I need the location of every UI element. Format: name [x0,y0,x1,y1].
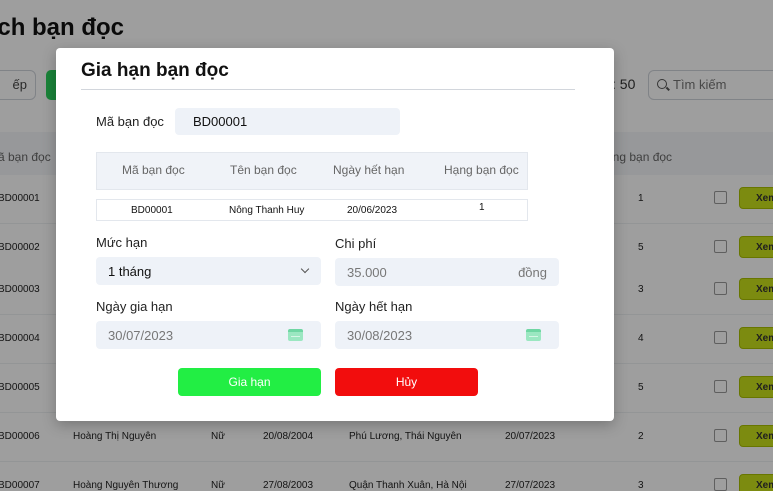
chevron-down-icon [300,264,310,274]
cost-field: 35.000 đồng [335,258,559,286]
reader-id-label: Mã bạn đọc [96,114,164,129]
reader-table-header-name: Tên bạn đọc [230,163,297,177]
reader-cell-id: BD00001 [131,205,173,216]
reader-table-header-expiry: Ngày hết hạn [333,163,405,177]
term-value: 1 tháng [108,264,152,279]
new-expiry-label: Ngày hết hạn [335,299,413,314]
extend-button[interactable]: Gia hạn [178,368,321,396]
cost-unit: đồng [518,265,547,280]
new-expiry-value: 30/08/2023 [347,328,413,343]
reader-table-header: Mã bạn đọc Tên bạn đọc Ngày hết hạn Hạng… [96,152,528,190]
reader-cell-name: Nông Thanh Huy [229,205,305,216]
reader-id-field[interactable]: BD00001 [175,108,400,135]
cost-value: 35.000 [347,265,387,280]
term-label: Mức hạn [96,235,148,250]
reader-cell-rank: 1 [479,202,485,213]
extend-reader-modal: Gia hạn bạn đọc Mã bạn đọc BD00001 Mã bạ… [56,48,614,421]
term-select[interactable]: 1 tháng [96,257,321,285]
cancel-button[interactable]: Hủy [335,368,478,396]
modal-title: Gia hạn bạn đọc [81,60,229,81]
reader-table-row[interactable]: BD00001 Nông Thanh Huy 20/06/2023 1 [96,199,528,221]
calendar-icon[interactable] [288,329,303,341]
calendar-icon[interactable] [526,329,541,341]
renew-date-label: Ngày gia hạn [96,299,173,314]
reader-table: Mã bạn đọc Tên bạn đọc Ngày hết hạn Hạng… [96,152,528,221]
new-expiry-field[interactable]: 30/08/2023 [335,321,559,349]
renew-date-field[interactable]: 30/07/2023 [96,321,321,349]
cost-label: Chi phí [335,236,377,251]
modal-divider [81,89,575,90]
reader-table-header-rank: Hạng bạn đọc [444,163,519,177]
reader-table-header-id: Mã bạn đọc [122,163,185,177]
renew-date-value: 30/07/2023 [108,328,174,343]
reader-cell-expiry: 20/06/2023 [347,205,398,216]
